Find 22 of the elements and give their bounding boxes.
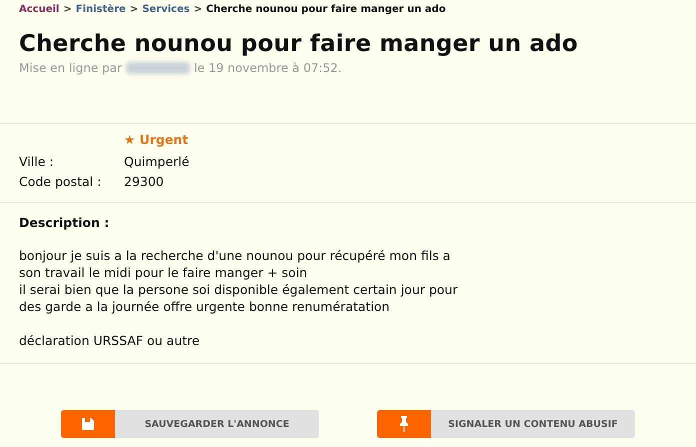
breadcrumb-link[interactable]: Accueil [19, 4, 60, 15]
save-icon [81, 417, 95, 431]
description-text: déclaration URSSAF ou autre [19, 332, 201, 349]
posted-date: le 19 novembre à 07:52. [194, 61, 342, 75]
urgent-label: ★ Urgent [124, 132, 188, 147]
field-value: 29300 [124, 173, 164, 191]
posted-by-label: Mise en ligne par [19, 61, 122, 75]
breadcrumb-link[interactable]: Finistère [76, 4, 126, 15]
pin-icon [399, 416, 409, 432]
breadcrumb-separator: > [194, 4, 202, 15]
breadcrumb-link[interactable]: Services [142, 4, 190, 15]
field-value: Quimperlé [124, 153, 190, 171]
breadcrumb-separator: > [130, 4, 138, 15]
ad-title: Cherche nounou pour faire manger un ado [19, 31, 579, 57]
breadcrumb-current-page: Cherche nounou pour faire manger un ado [206, 4, 446, 15]
field-label: Ville : [19, 153, 55, 171]
save-button[interactable]: SAUVEGARDER L'ANNONCE [61, 410, 319, 438]
description-heading: Description : [19, 215, 110, 230]
report-button[interactable]: SIGNALER UN CONTENU ABUSIF [377, 410, 635, 438]
field-label: Code postal : [19, 173, 102, 191]
breadcrumb-separator: > [63, 4, 72, 15]
description-text: bonjour je suis a la recherche d'une nounou pour récupéré mon fils a son travail le midi pour le faire manger + soin il serai bien que la persone soi disponible également certain jour pour des garde a la journée offre urgente bonne renumératation [19, 247, 459, 315]
